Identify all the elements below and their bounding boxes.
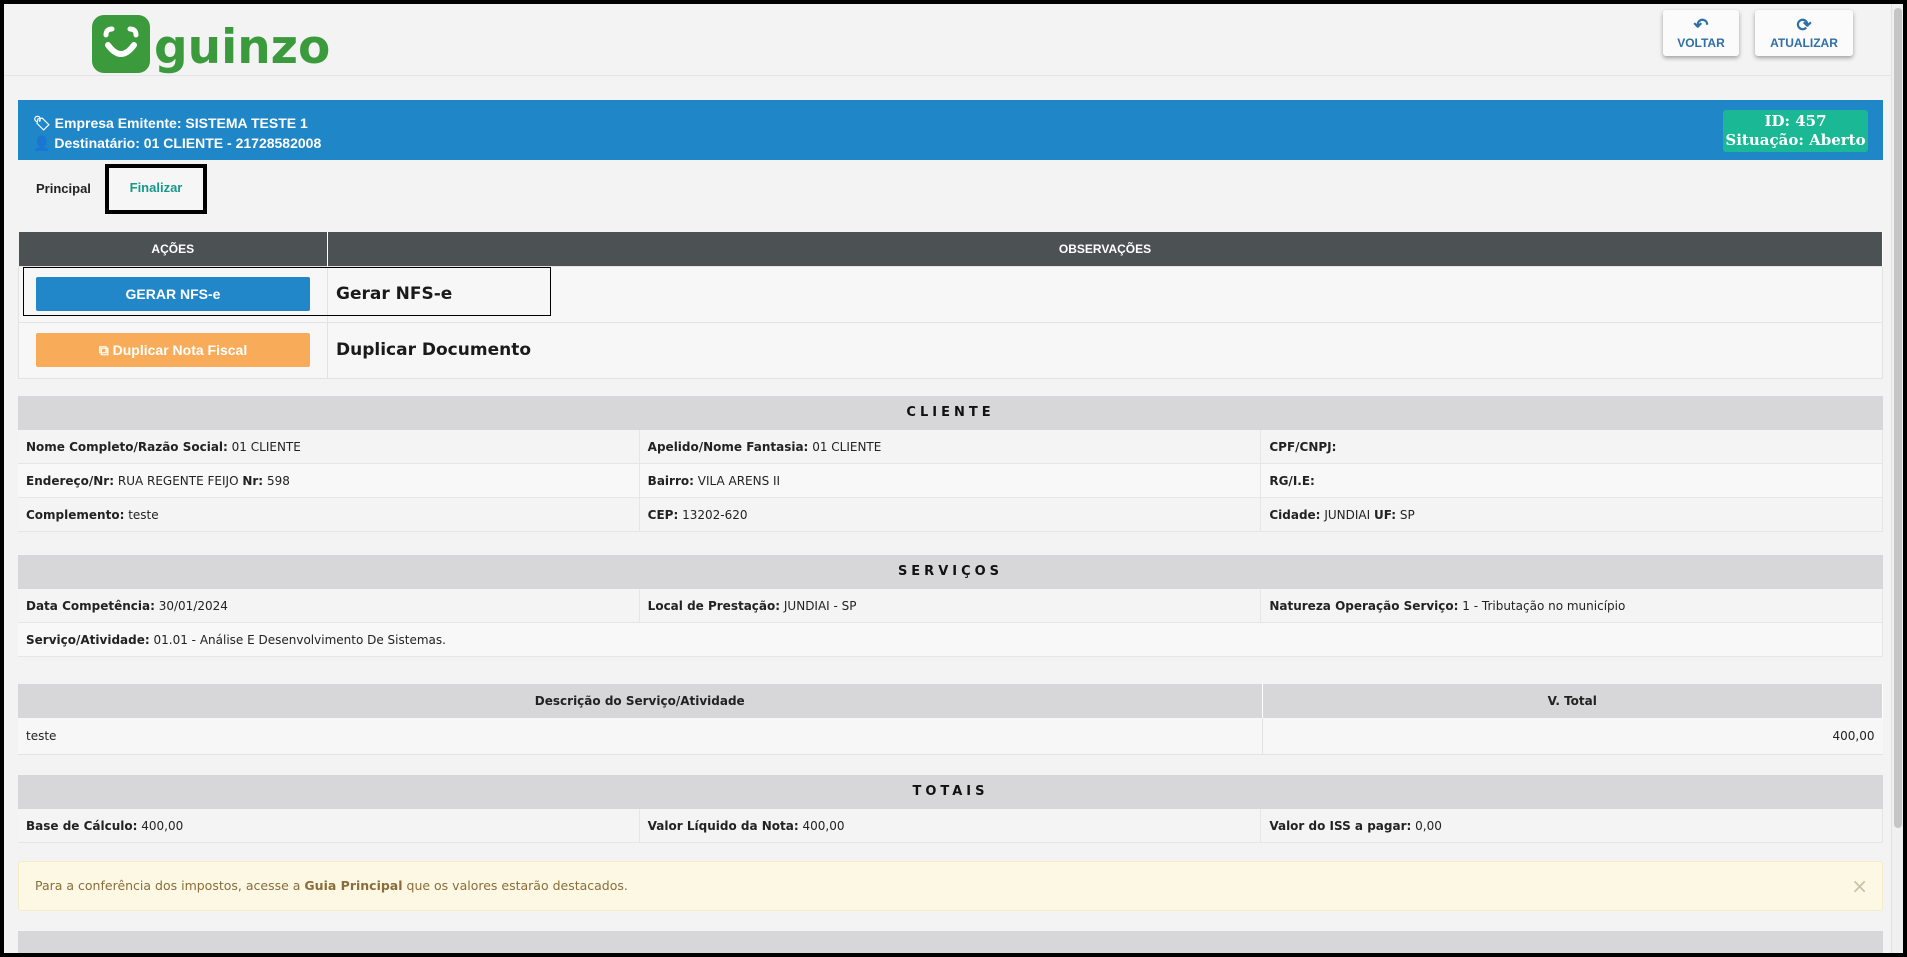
focus-outline: [23, 267, 551, 316]
logo-text: guinzo: [154, 20, 331, 75]
guinzo-logo[interactable]: guinzo: [92, 7, 330, 73]
cliente-title: CLIENTE: [18, 396, 1883, 430]
duplicar-label: Duplicar Nota Fiscal: [112, 342, 248, 358]
duplicar-nota-button[interactable]: ⧉ Duplicar Nota Fiscal: [36, 333, 310, 367]
col-total-header: V. Total: [1262, 684, 1883, 718]
guia-principal-link[interactable]: Guia Principal: [304, 878, 402, 893]
cep-field: CEP: 13202-620: [640, 498, 1262, 531]
alert-text-pre: Para a conferência dos impostos, acesse …: [35, 878, 301, 893]
totais-row: Base de Cálculo: 400,00 Valor Líquido da…: [18, 809, 1884, 843]
alert-text-post: que os valores estarão destacados.: [406, 878, 628, 893]
cliente-row-1: Nome Completo/Razão Social: 01 CLIENTE A…: [18, 430, 1884, 464]
base-calculo-field: Base de Cálculo: 400,00: [18, 809, 640, 842]
logs-title: LOGS: [18, 931, 1883, 953]
bairro-field: Bairro: VILA ARENS II: [640, 464, 1262, 497]
totais-title: TOTAIS: [18, 775, 1883, 809]
servicos-row-1: Data Competência: 30/01/2024 Local de Pr…: [18, 589, 1884, 623]
table-row: ⧉ Duplicar Nota Fiscal Duplicar Document…: [18, 321, 1883, 379]
document-situacao: Situação: Aberto: [1725, 131, 1866, 149]
atualizar-button[interactable]: ⟳ ATUALIZAR: [1755, 10, 1853, 56]
atividade-field: Serviço/Atividade: 01.01 - Análise E Des…: [18, 623, 1883, 656]
tab-finalizar[interactable]: Finalizar: [105, 164, 207, 214]
status-badge: ID: 457 Situação: Aberto: [1723, 110, 1868, 152]
atualizar-label: ATUALIZAR: [1770, 36, 1838, 50]
tab-principal[interactable]: Principal: [36, 164, 91, 214]
destinatario-line: 👤 Destinatário: 01 CLIENTE - 21728582008: [33, 135, 321, 152]
page-scrollbar[interactable]: [1891, 4, 1903, 953]
undo-icon: ↶: [1693, 15, 1709, 35]
col-observacoes-header: OBSERVAÇÕES: [327, 232, 1883, 266]
servicos-title: SERVIÇOS: [18, 555, 1883, 589]
destinatario-text: Destinatário: 01 CLIENTE - 21728582008: [54, 135, 322, 151]
totais-section: TOTAIS Base de Cálculo: 400,00 Valor Líq…: [18, 775, 1884, 843]
total-cell: 400,00: [1261, 718, 1883, 755]
servicos-row-2: Serviço/Atividade: 01.01 - Análise E Des…: [18, 623, 1883, 657]
valor-liquido-field: Valor Líquido da Nota: 400,00: [640, 809, 1262, 842]
refresh-icon: ⟳: [1796, 15, 1812, 35]
descricao-cell: teste: [18, 718, 1262, 755]
document-id: ID: 457: [1764, 112, 1827, 130]
rg-field: RG/I.E:: [1261, 464, 1884, 497]
voltar-button[interactable]: ↶ VOLTAR: [1663, 10, 1739, 56]
document-banner: 🏷 Empresa Emitente: SISTEMA TESTE 1 👤 De…: [18, 100, 1883, 160]
cliente-row-2: Endereço/Nr: RUA REGENTE FEIJO Nr: 598 B…: [18, 464, 1884, 498]
data-competencia-field: Data Competência: 30/01/2024: [18, 589, 640, 622]
nome-field: Nome Completo/Razão Social: 01 CLIENTE: [18, 430, 640, 463]
endereco-field: Endereço/Nr: RUA REGENTE FEIJO Nr: 598: [18, 464, 640, 497]
table-row: teste 400,00: [18, 718, 1883, 755]
apelido-field: Apelido/Nome Fantasia: 01 CLIENTE: [640, 430, 1262, 463]
local-prestacao-field: Local de Prestação: JUNDIAI - SP: [640, 589, 1262, 622]
col-acoes-header: AÇÕES: [18, 232, 328, 266]
scrollbar-thumb[interactable]: [1894, 8, 1902, 828]
emitente-line: 🏷 Empresa Emitente: SISTEMA TESTE 1: [33, 115, 308, 132]
col-descricao-header: Descrição do Serviço/Atividade: [18, 684, 1263, 718]
descricao-table: Descrição do Serviço/Atividade V. Total …: [18, 684, 1883, 755]
cidade-field: Cidade: JUNDIAI UF: SP: [1261, 498, 1884, 531]
top-header: guinzo ↶ VOLTAR ⟳ ATUALIZAR: [4, 4, 1903, 76]
cliente-row-3: Complemento: teste CEP: 13202-620 Cidade…: [18, 498, 1884, 532]
valor-iss-field: Valor do ISS a pagar: 0,00: [1261, 809, 1884, 842]
obs-duplicar: Duplicar Documento: [336, 340, 532, 360]
natureza-field: Natureza Operação Serviço: 1 - Tributaçã…: [1261, 589, 1884, 622]
smiley-logo-icon: [92, 15, 150, 73]
complemento-field: Complemento: teste: [18, 498, 640, 531]
cliente-section: CLIENTE Nome Completo/Razão Social: 01 C…: [18, 396, 1884, 532]
servicos-section: SERVIÇOS Data Competência: 30/01/2024 Lo…: [18, 555, 1884, 657]
tag-icon: 🏷: [33, 115, 51, 131]
info-alert: Para a conferência dos impostos, acesse …: [18, 861, 1883, 911]
emitente-text: Empresa Emitente: SISTEMA TESTE 1: [54, 115, 308, 131]
app-window: guinzo ↶ VOLTAR ⟳ ATUALIZAR 🏷 Empresa Em…: [4, 4, 1903, 953]
voltar-label: VOLTAR: [1677, 36, 1725, 50]
user-icon: 👤: [33, 135, 51, 151]
copy-icon: ⧉: [98, 342, 113, 358]
cpf-field: CPF/CNPJ:: [1261, 430, 1884, 463]
close-icon[interactable]: ×: [1851, 862, 1868, 910]
